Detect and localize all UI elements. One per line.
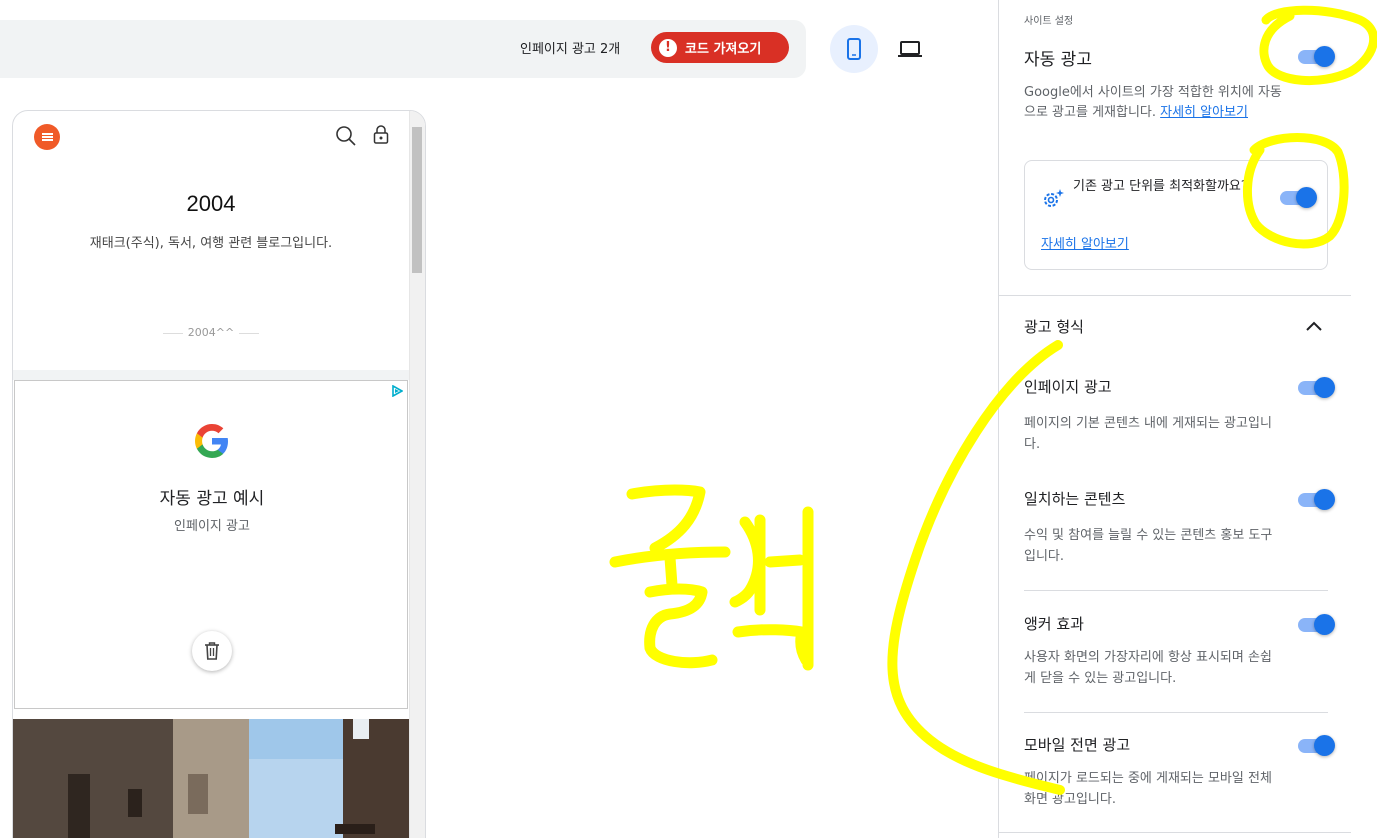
get-code-label: 코드 가져오기 xyxy=(685,42,762,57)
desktop-view-button[interactable] xyxy=(886,25,934,73)
trash-icon xyxy=(205,642,219,660)
optimize-existing-card: 기존 광고 단위를 최적화할까요? 자세히 알아보기 xyxy=(1024,160,1328,270)
anchor-ads-description: 사용자 화면의 가장자리에 항상 표시되며 손쉽게 닫을 수 있는 광고입니다. xyxy=(1024,650,1272,686)
optimize-gear-icon xyxy=(1044,189,1064,207)
site-settings-label: 사이트 설정 xyxy=(1024,16,1074,27)
anchor-ads-toggle[interactable] xyxy=(1296,613,1335,635)
section-divider xyxy=(999,295,1351,296)
laptop-icon xyxy=(898,41,922,57)
site-settings-panel: 사이트 설정 자동 광고 Google에서 사이트의 가장 적합한 위치에 자동… xyxy=(998,0,1377,838)
vignette-ads-toggle[interactable] xyxy=(1296,734,1335,756)
in-page-ads-description: 페이지의 기본 콘텐츠 내에 게재되는 광고입니다. xyxy=(1024,416,1272,452)
search-icon[interactable] xyxy=(335,125,357,147)
format-divider xyxy=(1024,712,1328,713)
in-page-ads-toggle[interactable] xyxy=(1296,376,1335,398)
format-divider xyxy=(1024,590,1328,591)
mobile-view-button[interactable] xyxy=(830,25,878,73)
annotation-text-click xyxy=(609,484,814,671)
auto-ads-toggle[interactable] xyxy=(1296,45,1335,67)
chevron-up-icon[interactable] xyxy=(1305,320,1323,332)
warning-icon: ! xyxy=(659,38,677,57)
section-divider xyxy=(999,832,1351,833)
ad-formats-title: 광고 형식 xyxy=(1024,318,1084,336)
blog-subtitle: 2004^^ xyxy=(163,326,259,339)
auto-ads-description: Google에서 사이트의 가장 적합한 위치에 자동으로 광고를 게재합니다.… xyxy=(1024,85,1282,120)
adchoices-icon[interactable] xyxy=(391,385,403,397)
auto-ads-title: 자동 광고 xyxy=(1024,50,1092,70)
smartphone-icon xyxy=(847,38,861,60)
vignette-ads-description: 페이지가 로드되는 중에 게재되는 모바일 전체 화면 광고입니다. xyxy=(1024,771,1272,807)
vignette-ads-title: 모바일 전면 광고 xyxy=(1024,736,1131,754)
remove-ad-button[interactable] xyxy=(192,631,232,671)
matched-content-toggle[interactable] xyxy=(1296,488,1335,510)
section-separator xyxy=(13,370,409,380)
google-logo-icon xyxy=(195,424,228,458)
optimize-existing-toggle[interactable] xyxy=(1278,186,1317,208)
ad-count-label: 인페이지 광고 2개 xyxy=(520,42,621,57)
lock-icon[interactable] xyxy=(373,125,389,145)
ad-example-title: 자동 광고 예시 xyxy=(159,489,265,509)
mobile-preview-frame: 2004 재태크(주식), 독서, 여행 관련 블로그입니다. 2004^^ 자… xyxy=(12,110,426,838)
anchor-ads-title: 앵커 효과 xyxy=(1024,615,1084,633)
preview-scrollbar[interactable] xyxy=(409,111,425,838)
optimize-existing-question: 기존 광고 단위를 최적화할까요? xyxy=(1073,179,1248,194)
matched-content-title: 일치하는 콘텐츠 xyxy=(1024,490,1126,508)
matched-content-description: 수익 및 참여를 늘릴 수 있는 콘텐츠 홍보 도구입니다. xyxy=(1024,528,1273,564)
auto-ads-learn-more-link[interactable]: 자세히 알아보기 xyxy=(1160,105,1248,120)
in-page-ads-title: 인페이지 광고 xyxy=(1024,378,1112,396)
annotation-text: 클릭 xyxy=(0,0,29,4)
preview-scrollbar-thumb[interactable] xyxy=(412,127,422,273)
blog-description: 재태크(주식), 독서, 여행 관련 블로그입니다. xyxy=(89,236,333,251)
optimize-learn-more-link[interactable]: 자세히 알아보기 xyxy=(1041,233,1129,252)
ad-example-subtitle: 인페이지 광고 xyxy=(174,519,250,534)
menu-icon[interactable] xyxy=(34,124,60,150)
blog-title: 2004 xyxy=(186,191,236,216)
blog-photo xyxy=(13,719,409,838)
get-code-button[interactable]: ! 코드 가져오기 xyxy=(651,32,789,63)
sample-ad-unit: 자동 광고 예시 인페이지 광고 xyxy=(14,380,408,709)
